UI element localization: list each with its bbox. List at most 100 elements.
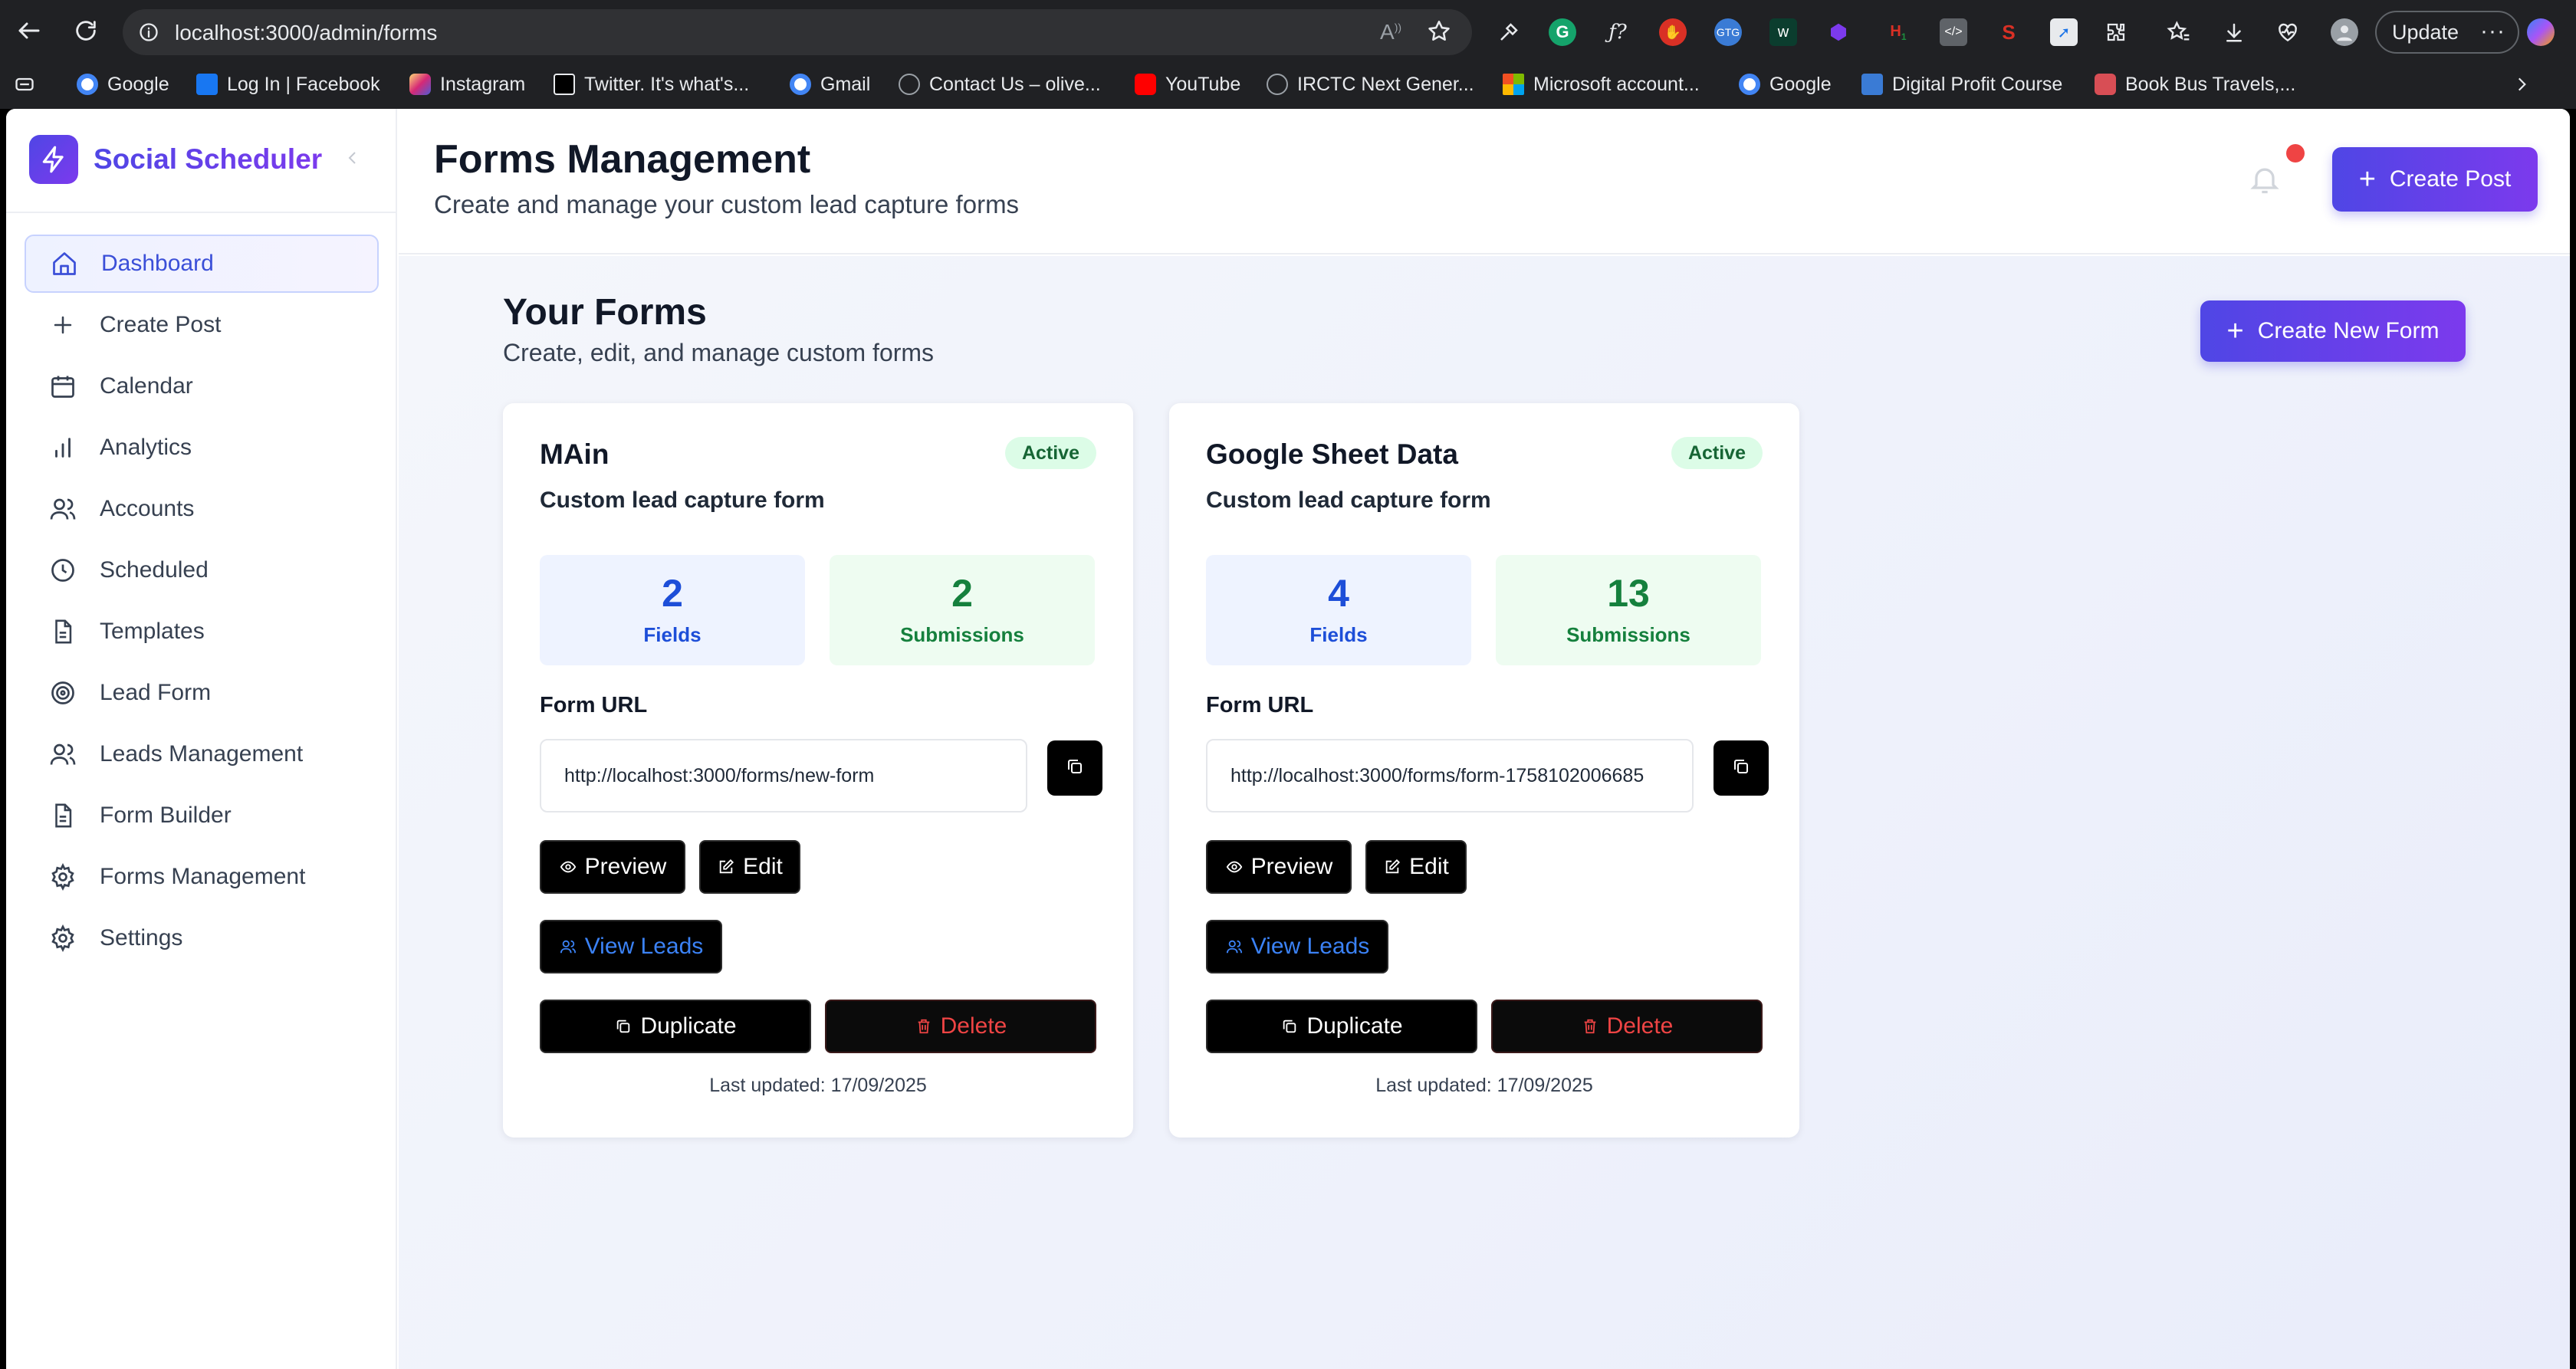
submissions-label: Submissions	[1566, 622, 1691, 646]
sidebar-item-scheduled[interactable]: Scheduled	[25, 541, 379, 599]
health-heart-icon[interactable]	[2274, 18, 2302, 46]
bookmark-item[interactable]: Google	[77, 69, 169, 100]
bookmark-star-icon[interactable]	[1426, 18, 1452, 48]
read-aloud-icon[interactable]: A))	[1380, 20, 1401, 44]
bookmarks-bar: Google Log In | Facebook Instagram Twitt…	[0, 64, 2576, 107]
preview-button[interactable]: Preview	[1206, 840, 1352, 894]
edit-button[interactable]: Edit	[1365, 840, 1467, 894]
bookmark-item[interactable]: Gmail	[790, 69, 870, 100]
wappalyzer-icon[interactable]: w	[1769, 18, 1797, 46]
screenshot-extension-icon[interactable]: ➚	[2050, 18, 2078, 46]
copy-url-button[interactable]	[1047, 740, 1102, 796]
sidebar-item-label: Templates	[100, 619, 205, 644]
facebook-icon	[196, 74, 218, 95]
view-leads-button[interactable]: View Leads	[1206, 920, 1388, 973]
bookmark-item[interactable]: Digital Profit Course	[1861, 69, 2062, 100]
form-url-input[interactable]	[540, 739, 1027, 813]
submissions-count: 13	[1607, 571, 1650, 615]
main-content: Your Forms Create, edit, and manage cust…	[399, 256, 2570, 1369]
bookmark-item[interactable]: Instagram	[409, 69, 525, 100]
sidebar-item-templates[interactable]: Templates	[25, 602, 379, 661]
duplicate-button[interactable]: Duplicate	[540, 1000, 811, 1053]
address-url[interactable]: localhost:3000/admin/forms	[175, 21, 437, 45]
bookmark-item[interactable]: Twitter. It's what's...	[554, 69, 749, 100]
bookmark-item[interactable]: Contact Us – olive...	[899, 69, 1101, 100]
sidebar-item-accounts[interactable]: Accounts	[25, 480, 379, 538]
sidebar-item-lead-form[interactable]: Lead Form	[25, 664, 379, 722]
fields-label: Fields	[643, 622, 702, 646]
bookmark-item[interactable]: Google	[1739, 69, 1832, 100]
delete-button[interactable]: Delete	[1491, 1000, 1763, 1053]
bookmark-item[interactable]: Log In | Facebook	[196, 69, 380, 100]
sidebar-item-label: Calendar	[100, 373, 193, 399]
delete-button[interactable]: Delete	[825, 1000, 1096, 1053]
duplicate-button[interactable]: Duplicate	[1206, 1000, 1477, 1053]
extensions-puzzle-icon[interactable]	[2102, 18, 2130, 46]
extension-purple-icon[interactable]	[1825, 18, 1852, 46]
sidebar-item-label: Accounts	[100, 496, 195, 521]
sidebar-item-form-builder[interactable]: Form Builder	[25, 786, 379, 845]
submissions-stat: 2 Submissions	[830, 555, 1095, 665]
form-url-input[interactable]	[1206, 739, 1694, 813]
site-info-icon[interactable]	[138, 21, 159, 47]
extension-blue-icon[interactable]: GTG	[1714, 18, 1742, 46]
code-extension-icon[interactable]: </>	[1940, 18, 1967, 46]
brand[interactable]: Social Scheduler	[29, 135, 322, 184]
course-icon	[1861, 74, 1883, 95]
headings-extension-icon[interactable]: H1	[1884, 18, 1912, 46]
sidebar-item-dashboard[interactable]: Dashboard	[25, 235, 379, 293]
favorites-icon[interactable]	[2165, 18, 2193, 46]
users-icon	[48, 494, 78, 524]
copilot-icon[interactable]	[2527, 18, 2555, 46]
sidebar-item-analytics[interactable]: Analytics	[25, 419, 379, 477]
file-text-icon	[48, 616, 78, 647]
browser-chrome: localhost:3000/admin/forms A)) G ƒ? ✋ GT…	[0, 0, 2576, 109]
plus-icon: +	[2226, 314, 2244, 347]
create-post-label: Create Post	[2389, 166, 2512, 192]
downloads-icon[interactable]	[2220, 18, 2248, 46]
gear-icon	[48, 862, 78, 892]
collapse-sidebar-icon[interactable]	[343, 149, 365, 170]
bookmark-label: Twitter. It's what's...	[584, 73, 750, 95]
formula-extension-icon[interactable]: ƒ?	[1604, 18, 1631, 46]
bell-icon[interactable]	[2248, 161, 2285, 201]
form-card: Google Sheet Data Active Custom lead cap…	[1169, 403, 1799, 1138]
bookmark-item[interactable]: Book Bus Travels,...	[2095, 69, 2295, 100]
sidebar-item-settings[interactable]: Settings	[25, 909, 379, 967]
bookmark-label: IRCTC Next Gener...	[1297, 73, 1474, 95]
sidebar-item-leads-management[interactable]: Leads Management	[25, 725, 379, 783]
sidebar-item-label: Lead Form	[100, 680, 212, 705]
update-button[interactable]: Update ···	[2375, 11, 2519, 54]
reload-icon[interactable]	[69, 14, 103, 48]
bookmarks-overflow-icon[interactable]	[2512, 69, 2532, 100]
form-name: Google Sheet Data	[1206, 438, 1458, 470]
address-bar[interactable]: localhost:3000/admin/forms A))	[123, 9, 1472, 55]
view-leads-button[interactable]: View Leads	[540, 920, 722, 973]
copy-url-button[interactable]	[1714, 740, 1769, 796]
adblock-icon[interactable]: ✋	[1659, 18, 1687, 46]
eye-icon	[1225, 858, 1244, 876]
reading-list-icon[interactable]	[14, 69, 35, 100]
profile-avatar-icon[interactable]	[2331, 18, 2358, 46]
seo-extension-icon[interactable]: S	[1995, 18, 2022, 46]
plus-icon: +	[2358, 163, 2376, 195]
bookmark-item[interactable]: Microsoft account...	[1503, 69, 1700, 100]
sidebar-item-forms-management[interactable]: Forms Management	[25, 848, 379, 906]
sidebar: Social Scheduler Dashboard Create Post C…	[6, 109, 397, 1369]
bookmark-item[interactable]: IRCTC Next Gener...	[1267, 69, 1474, 100]
grammarly-icon[interactable]: G	[1549, 18, 1576, 46]
create-new-form-button[interactable]: + Create New Form	[2200, 300, 2466, 362]
section-title: Your Forms	[503, 292, 707, 333]
bookmark-item[interactable]: YouTube	[1135, 69, 1240, 100]
sidebar-item-create-post[interactable]: Create Post	[25, 296, 379, 354]
back-icon[interactable]	[12, 14, 46, 48]
sidebar-item-calendar[interactable]: Calendar	[25, 357, 379, 415]
extension-tool-icon[interactable]	[1495, 18, 1523, 46]
last-updated: Last updated: 17/09/2025	[709, 1075, 927, 1096]
globe-icon	[899, 74, 920, 95]
more-icon[interactable]: ···	[2480, 18, 2505, 44]
form-name: MAin	[540, 438, 610, 470]
create-post-button[interactable]: + Create Post	[2332, 147, 2538, 212]
preview-button[interactable]: Preview	[540, 840, 685, 894]
edit-button[interactable]: Edit	[699, 840, 800, 894]
